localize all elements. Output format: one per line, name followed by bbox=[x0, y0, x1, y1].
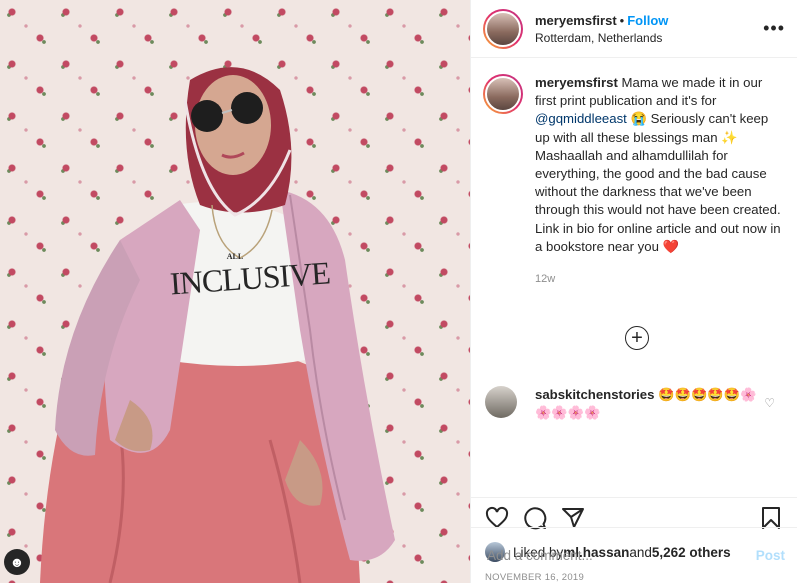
caption: meryemsfirst Mama we made it in our firs… bbox=[471, 58, 797, 288]
commenter-avatar[interactable] bbox=[485, 386, 517, 418]
post-comment-button[interactable]: Post bbox=[756, 548, 785, 563]
user-tag-icon[interactable]: ☻ bbox=[4, 549, 30, 575]
follow-button[interactable]: Follow bbox=[627, 13, 668, 28]
author-avatar[interactable] bbox=[483, 8, 523, 49]
add-comment-bar: Post bbox=[471, 527, 797, 583]
post-header: meryemsfirst • Follow Rotterdam, Netherlan… bbox=[471, 0, 797, 58]
shirt-print: ALL INCLUSIVE bbox=[169, 252, 331, 301]
caption-avatar[interactable] bbox=[483, 74, 523, 114]
post-location[interactable]: Rotterdam, Netherlands bbox=[535, 31, 763, 45]
plus-circle-icon[interactable]: + bbox=[625, 326, 649, 350]
comment-like-heart-icon[interactable]: ♡ bbox=[764, 396, 775, 410]
more-horizontal-icon[interactable]: ••• bbox=[763, 18, 785, 39]
caption-text-2: 😭 Seriously can't keep up with all these… bbox=[535, 111, 781, 254]
caption-username[interactable]: meryemsfirst bbox=[535, 75, 618, 90]
commenter-username[interactable]: sabskitchenstories bbox=[535, 387, 654, 402]
post-side-panel: meryemsfirst • Follow Rotterdam, Netherlan… bbox=[470, 0, 797, 583]
post-photo[interactable]: ALL INCLUSIVE ☻ bbox=[0, 0, 470, 583]
comments-area: meryemsfirst Mama we made it in our firs… bbox=[471, 58, 797, 498]
post-view: ALL INCLUSIVE ☻ meryemsfirst • Follow Rott… bbox=[0, 0, 797, 583]
caption-time[interactable]: 12w bbox=[535, 270, 781, 288]
comment-item: sabskitchenstories 🤩🤩🤩🤩🤩🌸🌸🌸🌸🌸 ♡ bbox=[485, 386, 785, 422]
author-info: meryemsfirst • Follow Rotterdam, Netherlan… bbox=[535, 13, 763, 45]
comment-input[interactable] bbox=[487, 548, 756, 563]
separator-dot: • bbox=[619, 12, 625, 28]
author-username[interactable]: meryemsfirst bbox=[535, 13, 617, 28]
shirt-main-text: INCLUSIVE bbox=[168, 254, 331, 302]
caption-mention[interactable]: @gqmiddleeast bbox=[535, 111, 627, 126]
